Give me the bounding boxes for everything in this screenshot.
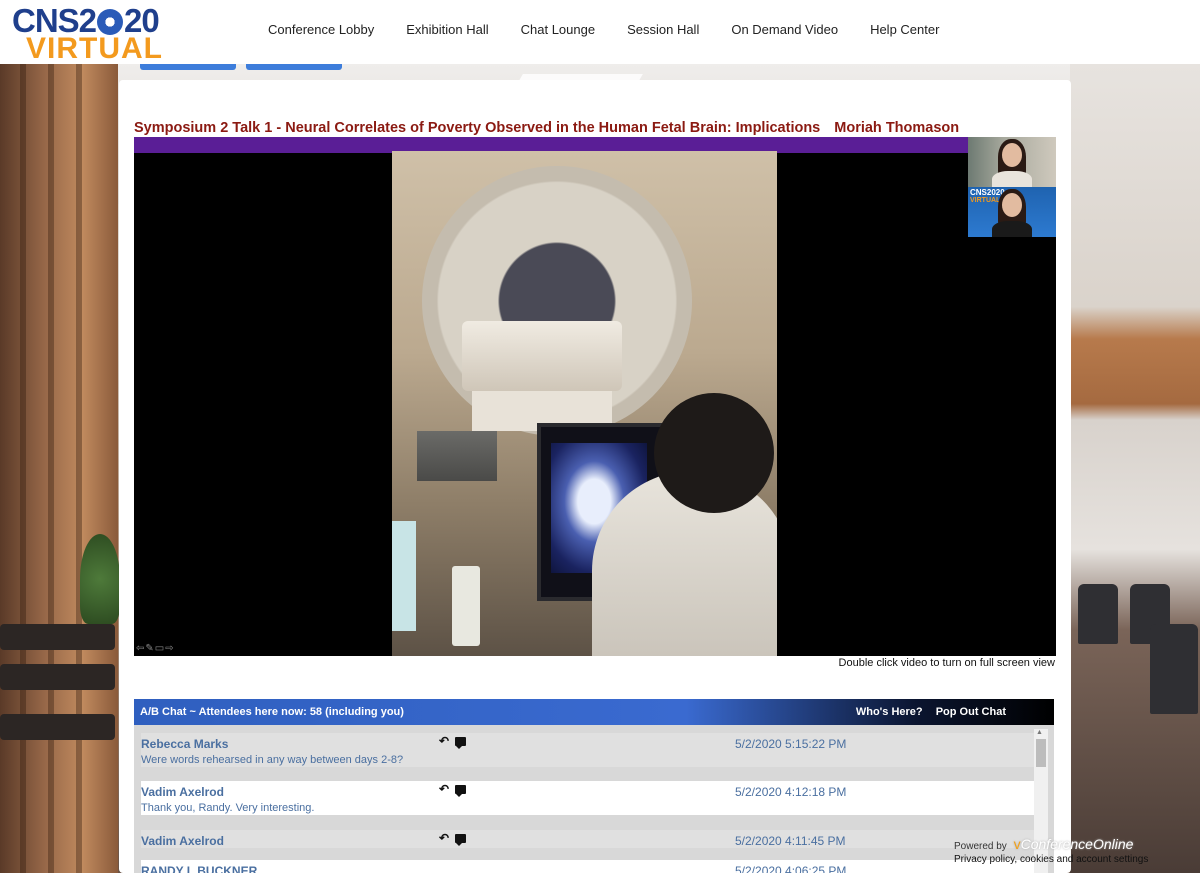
speaker-face <box>1002 143 1022 167</box>
chat-messages: Rebecca Marks Were words rehearsed in an… <box>134 725 1054 873</box>
reply-icon[interactable]: ↶ <box>439 734 449 748</box>
talk-title: Symposium 2 Talk 1 - Neural Correlates o… <box>134 120 821 136</box>
session-panel: Symposium 2 Talk 1 - Neural Correlates o… <box>119 80 1071 873</box>
chat-message: Vadim Axelrod ↶ 5/2/2020 4:11:45 PM <box>141 830 1034 848</box>
site-header: CNS2 20 VIRTUAL Conference Lobby Exhibiti… <box>0 0 1200 64</box>
speaker-shirt <box>992 221 1032 237</box>
chat-title: A/B Chat ~ Attendees here now: 58 (inclu… <box>140 706 404 718</box>
privacy-link[interactable]: Privacy policy, cookies and account sett… <box>954 854 1184 865</box>
comment-icon[interactable] <box>455 834 467 846</box>
equipment-cabinet <box>417 431 497 481</box>
chat-text: Thank you, Randy. Very interesting. <box>141 802 315 814</box>
chat-panel: A/B Chat ~ Attendees here now: 58 (inclu… <box>134 699 1054 873</box>
speaker-name: Moriah Thomason <box>834 120 960 136</box>
chat-header: A/B Chat ~ Attendees here now: 58 (inclu… <box>134 699 1054 725</box>
presentation-slide <box>392 151 777 656</box>
technician-head <box>654 393 774 513</box>
powered-row: Powered by vConferenceOnline <box>954 836 1184 852</box>
chat-author: RANDY L BUCKNER <box>141 864 258 873</box>
chat-timestamp: 5/2/2020 4:11:45 PM <box>735 834 846 848</box>
chat-timestamp: 5/2/2020 5:15:22 PM <box>735 737 847 751</box>
comment-icon[interactable] <box>455 785 467 797</box>
whos-here-link[interactable]: Who's Here? <box>856 706 923 718</box>
chair <box>1078 584 1118 644</box>
seat-row <box>0 664 115 690</box>
session-title: Symposium 2 Talk 1 - Neural Correlates o… <box>134 120 959 136</box>
device <box>452 566 480 646</box>
scrollbar-thumb[interactable] <box>1036 739 1046 767</box>
player-controls[interactable]: ⇦✎▭⇨ <box>136 643 175 654</box>
logo-bottom: VIRTUAL <box>26 32 163 65</box>
session-tab-button[interactable] <box>246 64 342 70</box>
powered-by: Powered by vConferenceOnline Privacy pol… <box>954 836 1184 873</box>
chat-message: RANDY L BUCKNER 5/2/2020 4:06:25 PM <box>141 860 1034 873</box>
speaker-webcam[interactable] <box>968 137 1056 187</box>
reply-icon[interactable]: ↶ <box>439 782 449 796</box>
mri-bed <box>462 321 622 391</box>
nav-conference-lobby[interactable]: Conference Lobby <box>252 22 390 37</box>
nav-chat-lounge[interactable]: Chat Lounge <box>505 22 611 37</box>
chat-actions: ↶ <box>439 734 472 749</box>
nav-help-center[interactable]: Help Center <box>854 22 955 37</box>
speaker-webcam-branded[interactable]: CNS2020 VIRTUAL <box>968 187 1056 237</box>
cns-logo[interactable]: CNS2 20 VIRTUAL <box>12 4 182 65</box>
fullscreen-note: Double click video to turn on full scree… <box>838 657 1055 669</box>
seat-row <box>0 714 115 740</box>
chat-message: Rebecca Marks Were words rehearsed in an… <box>141 733 1034 767</box>
comment-icon[interactable] <box>455 737 467 749</box>
chat-timestamp: 5/2/2020 4:12:18 PM <box>735 785 847 799</box>
chat-actions: ↶ <box>439 782 472 797</box>
video-player[interactable]: CNS2020 VIRTUAL ⇦✎▭⇨ <box>134 137 1056 656</box>
pop-out-chat-link[interactable]: Pop Out Chat <box>936 706 1006 718</box>
chat-message: Vadim Axelrod Thank you, Randy. Very int… <box>141 781 1034 815</box>
main-nav: Conference Lobby Exhibition Hall Chat Lo… <box>252 0 955 58</box>
speaker-face <box>1002 193 1022 217</box>
chat-author: Rebecca Marks <box>141 737 229 751</box>
chat-links: Who's Here? Pop Out Chat <box>846 706 1006 718</box>
nav-on-demand-video[interactable]: On Demand Video <box>715 22 854 37</box>
chat-author: Vadim Axelrod <box>141 834 224 848</box>
chat-text: Were words rehearsed in any way between … <box>141 754 404 766</box>
powered-by-label: Powered by <box>954 841 1007 852</box>
nav-session-hall[interactable]: Session Hall <box>611 22 715 37</box>
conferenceonline-logo[interactable]: vConferenceOnline <box>1014 836 1134 852</box>
plant <box>80 534 120 624</box>
speaker-shirt <box>992 171 1032 187</box>
chat-author: Vadim Axelrod <box>141 785 224 799</box>
chat-actions: ↶ <box>439 831 472 846</box>
nav-exhibition-hall[interactable]: Exhibition Hall <box>390 22 504 37</box>
reply-icon[interactable]: ↶ <box>439 831 449 845</box>
chat-timestamp: 5/2/2020 4:06:25 PM <box>735 864 847 873</box>
left-wall <box>0 64 118 873</box>
seat-row <box>0 624 115 650</box>
right-wall <box>1070 64 1200 873</box>
scroll-up-icon[interactable]: ▲ <box>1036 729 1043 736</box>
control-panel <box>392 521 416 631</box>
chair <box>1150 624 1198 714</box>
